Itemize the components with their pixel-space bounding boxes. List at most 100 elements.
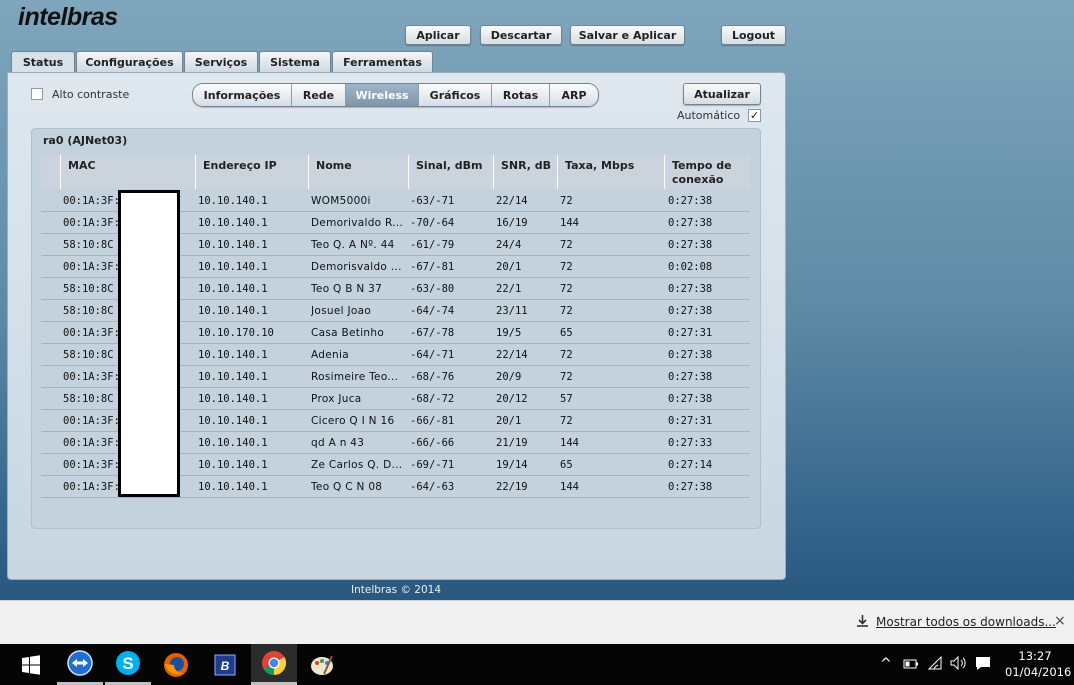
rate-cell: 72 xyxy=(560,195,573,207)
mac-cell: 58:10:8C xyxy=(63,283,114,295)
ip-cell: 10.10.140.1 xyxy=(198,481,268,493)
wifi-icon[interactable] xyxy=(927,655,944,673)
rate-cell: 57 xyxy=(560,393,573,405)
time-cell: 0:27:38 xyxy=(668,305,713,317)
apply-button[interactable]: Aplicar xyxy=(405,25,471,45)
winbox-icon[interactable]: B xyxy=(202,644,248,685)
name-cell: Teo Q B N 37 xyxy=(311,283,383,295)
rate-cell: 144 xyxy=(560,437,579,449)
snr-cell: 24/4 xyxy=(496,239,522,251)
rate-cell: 72 xyxy=(560,283,573,295)
snr-cell: 20/12 xyxy=(496,393,528,405)
time-cell: 0:27:38 xyxy=(668,481,713,493)
update-button[interactable]: Atualizar xyxy=(683,83,761,105)
header-snr[interactable]: SNR, dB xyxy=(494,155,558,189)
volume-icon[interactable] xyxy=(950,655,968,673)
signal-cell: -63/-71 xyxy=(410,195,455,207)
snr-cell: 16/19 xyxy=(496,217,528,229)
subtab-arp[interactable]: ARP xyxy=(550,84,598,106)
ip-cell: 10.10.140.1 xyxy=(198,371,268,383)
ip-cell: 10.10.140.1 xyxy=(198,239,268,251)
redaction-box xyxy=(118,190,180,497)
mac-cell: 58:10:8C xyxy=(63,305,114,317)
notification-icon[interactable] xyxy=(975,656,991,674)
signal-cell: -63/-80 xyxy=(410,283,455,295)
logout-button[interactable]: Logout xyxy=(721,25,786,45)
snr-cell: 22/14 xyxy=(496,349,528,361)
tab-ferramentas[interactable]: Ferramentas xyxy=(332,51,433,72)
name-cell: Demorisvaldo ... xyxy=(311,261,402,273)
subtab-graficos[interactable]: Gráficos xyxy=(419,84,492,106)
interface-title: ra0 (AJNet03) xyxy=(43,134,128,147)
header-mac[interactable]: MAC xyxy=(61,155,196,189)
header-name[interactable]: Nome xyxy=(309,155,409,189)
footer-copyright: Intelbras © 2014 xyxy=(350,584,442,596)
rate-cell: 65 xyxy=(560,327,573,339)
rate-cell: 144 xyxy=(560,481,579,493)
header-connection-time[interactable]: Tempo de conexão xyxy=(665,155,750,189)
rate-cell: 144 xyxy=(560,217,579,229)
tab-servicos[interactable]: Serviços xyxy=(184,51,258,72)
time-cell: 0:27:14 xyxy=(668,459,713,471)
subtab-rotas[interactable]: Rotas xyxy=(492,84,550,106)
tab-sistema[interactable]: Sistema xyxy=(259,51,331,72)
tab-status[interactable]: Status xyxy=(11,51,75,73)
snr-cell: 19/14 xyxy=(496,459,528,471)
name-cell: Adenia xyxy=(311,349,349,361)
chevron-up-icon[interactable]: ^ xyxy=(880,656,892,672)
time-cell: 0:27:38 xyxy=(668,283,713,295)
rate-cell: 72 xyxy=(560,261,573,273)
subtab-informacoes[interactable]: Informações xyxy=(193,84,292,106)
name-cell: Cicero Q I N 16 xyxy=(311,415,395,427)
ip-cell: 10.10.140.1 xyxy=(198,261,268,273)
time-cell: 0:27:38 xyxy=(668,239,713,251)
ip-cell: 10.10.140.1 xyxy=(198,195,268,207)
snr-cell: 23/11 xyxy=(496,305,528,317)
mac-cell: 00:1A:3F: xyxy=(63,481,120,493)
high-contrast-checkbox[interactable] xyxy=(31,88,43,100)
subtab-wireless[interactable]: Wireless xyxy=(346,84,419,106)
teamviewer-icon[interactable] xyxy=(57,644,103,685)
windows-start-icon[interactable] xyxy=(8,644,54,685)
show-all-downloads-link[interactable]: Mostrar todos os downloads... xyxy=(876,615,1056,629)
discard-button[interactable]: Descartar xyxy=(480,25,562,45)
rate-cell: 72 xyxy=(560,239,573,251)
subtab-rede[interactable]: Rede xyxy=(292,84,346,106)
automatic-label: Automático xyxy=(677,109,741,122)
mac-cell: 00:1A:3F: xyxy=(63,195,120,207)
snr-cell: 21/19 xyxy=(496,437,528,449)
mac-cell: 00:1A:3F: xyxy=(63,217,120,229)
rate-cell: 72 xyxy=(560,371,573,383)
firefox-icon[interactable] xyxy=(153,644,199,685)
paint-icon[interactable] xyxy=(299,644,345,685)
name-cell: Casa Betinho xyxy=(311,327,385,339)
name-cell: Ze Carlos Q. D... xyxy=(311,459,403,471)
signal-cell: -70/-64 xyxy=(410,217,455,229)
battery-icon[interactable] xyxy=(903,658,919,673)
tab-configuracoes[interactable]: Configurações xyxy=(76,51,183,72)
mac-cell: 00:1A:3F: xyxy=(63,459,120,471)
time-cell: 0:27:31 xyxy=(668,327,713,339)
header-ip[interactable]: Endereço IP xyxy=(196,155,309,189)
header-signal[interactable]: Sinal, dBm xyxy=(409,155,494,189)
save-apply-button[interactable]: Salvar e Aplicar xyxy=(570,25,685,45)
signal-cell: -66/-81 xyxy=(410,415,455,427)
time-cell: 0:27:31 xyxy=(668,415,713,427)
name-cell: Demorivaldo R... xyxy=(311,217,404,229)
chrome-icon[interactable] xyxy=(251,644,297,685)
download-icon xyxy=(856,614,869,631)
automatic-checkbox[interactable]: ✓ xyxy=(748,109,761,122)
signal-cell: -67/-78 xyxy=(410,327,455,339)
clock[interactable]: 13:27 01/04/2016 xyxy=(1005,648,1071,680)
header-rate[interactable]: Taxa, Mbps xyxy=(558,155,665,189)
mac-cell: 00:1A:3F: xyxy=(63,261,120,273)
close-download-bar-icon[interactable]: × xyxy=(1054,613,1066,629)
name-cell: Teo Q C N 08 xyxy=(311,481,383,493)
rate-cell: 72 xyxy=(560,305,573,317)
skype-icon[interactable]: S xyxy=(105,644,151,685)
mac-cell: 58:10:8C xyxy=(63,393,114,405)
time-cell: 0:02:08 xyxy=(668,261,713,273)
ip-cell: 10.10.140.1 xyxy=(198,305,268,317)
mac-cell: 58:10:8C xyxy=(63,239,114,251)
snr-cell: 20/1 xyxy=(496,415,522,427)
